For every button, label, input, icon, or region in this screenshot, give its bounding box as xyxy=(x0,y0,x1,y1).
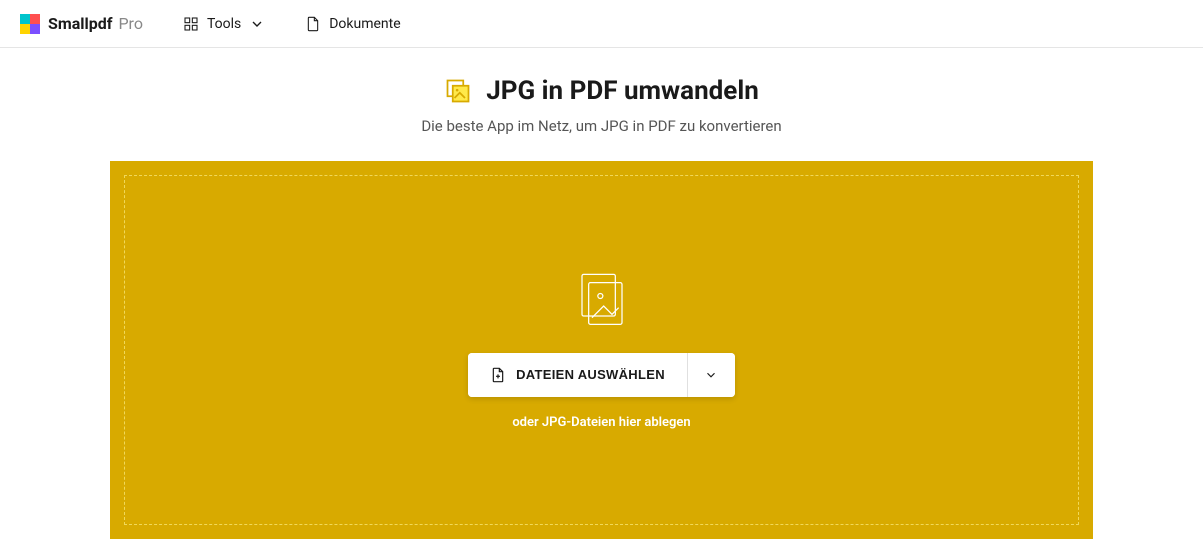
dropzone[interactable]: DATEIEN AUSWÄHLEN oder JPG-Dateien hier … xyxy=(124,175,1079,525)
dropzone-container: DATEIEN AUSWÄHLEN oder JPG-Dateien hier … xyxy=(110,161,1093,539)
file-add-icon xyxy=(490,367,506,383)
nav-tools-label: Tools xyxy=(207,16,241,32)
nav-documents[interactable]: Dokumente xyxy=(305,16,400,32)
document-icon xyxy=(305,16,321,32)
chevron-down-icon xyxy=(249,16,265,32)
brand-name: Smallpdf xyxy=(48,14,112,33)
choose-files-button[interactable]: DATEIEN AUSWÄHLEN xyxy=(468,353,687,397)
brand-tier: Pro xyxy=(118,14,142,33)
page-hero: JPG in PDF umwandeln Die beste App im Ne… xyxy=(0,48,1203,153)
nav-tools[interactable]: Tools xyxy=(183,16,265,32)
file-picker-row: DATEIEN AUSWÄHLEN xyxy=(468,353,735,397)
dropzone-hint: oder JPG-Dateien hier ablegen xyxy=(512,415,690,430)
grid-icon xyxy=(183,16,199,32)
page-title: JPG in PDF umwandeln xyxy=(486,76,759,106)
choose-files-dropdown[interactable] xyxy=(687,353,735,397)
image-stack-icon xyxy=(575,271,629,331)
brand-logo-icon xyxy=(20,14,40,34)
chevron-down-icon xyxy=(704,368,718,382)
dropzone-illustration xyxy=(575,271,629,335)
nav-documents-label: Dokumente xyxy=(329,16,400,32)
header-bar: Smallpdf Pro Tools Dokumente xyxy=(0,0,1203,48)
choose-files-label: DATEIEN AUSWÄHLEN xyxy=(516,367,665,382)
jpg-to-pdf-icon xyxy=(444,77,472,105)
header-nav: Tools Dokumente xyxy=(183,16,401,32)
page-subtitle: Die beste App im Netz, um JPG in PDF zu … xyxy=(0,117,1203,135)
brand[interactable]: Smallpdf Pro xyxy=(20,14,143,34)
